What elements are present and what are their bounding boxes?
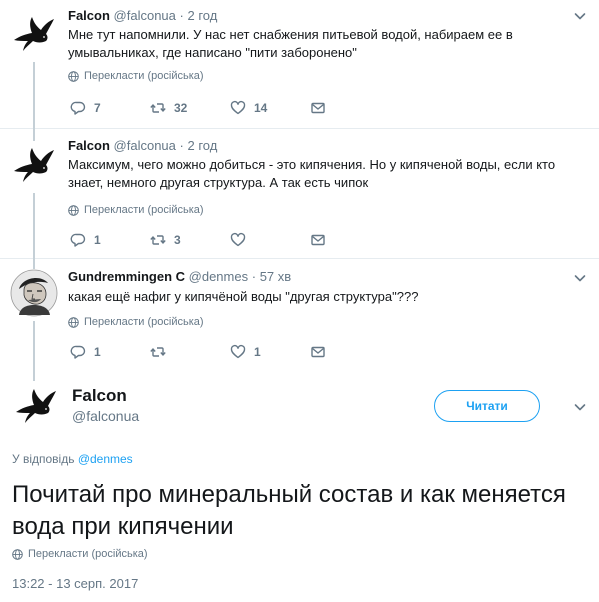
retweet-count: 3 (174, 233, 181, 247)
main-author-handle[interactable]: @falconua (72, 408, 139, 424)
reply-icon (70, 233, 86, 247)
retweet-icon (150, 235, 166, 245)
tweet-time[interactable]: 2 год (187, 138, 217, 153)
author-name[interactable]: Gundremmingen C (68, 269, 185, 284)
translate-link[interactable]: Перекласти (російська) (68, 70, 204, 82)
author-name[interactable]: Falcon (68, 8, 110, 23)
author-handle[interactable]: @falconua (114, 8, 176, 23)
globe-icon (68, 70, 79, 82)
reply-count: 7 (94, 101, 101, 115)
retweet-button[interactable] (150, 344, 230, 360)
like-button[interactable]: 14 (230, 100, 310, 116)
separator-dot: · (251, 269, 257, 284)
retweet-button[interactable]: 3 (150, 232, 230, 248)
tweet-time[interactable]: 2 год (187, 8, 217, 23)
follow-button[interactable]: Читати (434, 390, 540, 422)
chevron-down-icon[interactable] (573, 271, 587, 285)
thread-connector (33, 62, 35, 128)
like-count: 1 (254, 345, 261, 359)
author-handle[interactable]: @falconua (114, 138, 176, 153)
portrait-avatar-icon[interactable] (10, 269, 58, 317)
thread-connector (33, 128, 35, 141)
direct-message-button[interactable] (310, 100, 340, 116)
crow-avatar-icon[interactable] (10, 141, 58, 189)
translate-link[interactable]: Перекласти (російська) (12, 548, 148, 560)
main-author-name[interactable]: Falcon (72, 386, 127, 406)
like-count: 14 (254, 101, 268, 115)
separator-dot: · (179, 138, 184, 153)
author-handle[interactable]: @denmes (189, 269, 248, 284)
chevron-down-icon[interactable] (573, 9, 587, 23)
tweet-actions: 1 1 (70, 344, 340, 360)
crow-avatar-icon[interactable] (10, 10, 58, 58)
like-button[interactable]: 1 (230, 344, 310, 360)
chevron-down-icon[interactable] (573, 400, 587, 414)
mail-icon (311, 102, 325, 114)
thread-connector (33, 321, 35, 372)
thread-connector (33, 193, 35, 258)
mail-icon (311, 234, 325, 246)
tweet-header: Falcon @falconua · 2 год (68, 138, 217, 154)
thread-connector (33, 258, 35, 269)
heart-icon (230, 344, 246, 359)
retweet-button[interactable]: 32 (150, 100, 230, 116)
tweet-time[interactable]: 57 хв (260, 269, 291, 284)
globe-icon (12, 548, 23, 560)
tweet-text: Максимум, чего можно добиться - это кипя… (68, 157, 556, 190)
translate-label[interactable]: Перекласти (російська) (84, 204, 204, 216)
retweet-count: 32 (174, 101, 188, 115)
reply-context: У відповідь @denmes (12, 452, 133, 466)
translate-label[interactable]: Перекласти (російська) (28, 548, 148, 560)
translate-link[interactable]: Перекласти (російська) (68, 204, 204, 216)
retweet-icon (150, 103, 166, 113)
reply-prefix: У відповідь (12, 452, 75, 466)
tweet-text: какая ещё нафиг у кипячёной воды "другая… (68, 289, 419, 304)
globe-icon (68, 204, 79, 216)
reply-icon (70, 101, 86, 115)
translate-label[interactable]: Перекласти (російська) (84, 316, 204, 328)
separator-dot: · (179, 8, 184, 23)
heart-icon (230, 232, 246, 247)
tweet-text: Мне тут напомнили. У нас нет снабжения п… (68, 27, 513, 60)
heart-icon (230, 100, 246, 115)
direct-message-button[interactable] (310, 344, 340, 360)
like-button[interactable] (230, 232, 310, 248)
reply-button[interactable]: 1 (70, 232, 150, 248)
globe-icon (68, 316, 79, 328)
retweet-icon (150, 347, 166, 357)
tweet-header: Gundremmingen C @denmes · 57 хв (68, 269, 291, 285)
tweet-actions: 7 32 14 (70, 100, 340, 116)
tweet-header: Falcon @falconua · 2 год (68, 8, 217, 24)
crow-avatar-icon[interactable] (12, 382, 60, 430)
direct-message-button[interactable] (310, 232, 340, 248)
reply-mention-link[interactable]: @denmes (78, 452, 133, 466)
tweet-actions: 1 3 (70, 232, 340, 248)
reply-button[interactable]: 1 (70, 344, 150, 360)
translate-label[interactable]: Перекласти (російська) (84, 70, 204, 82)
thread-tweet-1[interactable]: Falcon @falconua · 2 год Мне тут напомни… (0, 0, 599, 128)
reply-count: 1 (94, 233, 101, 247)
main-tweet-text: Почитай про минеральный состав и как мен… (12, 481, 566, 540)
thread-tweet-3[interactable]: Gundremmingen C @denmes · 57 хв какая ещ… (0, 258, 599, 372)
thread-connector (33, 372, 35, 381)
reply-icon (70, 345, 86, 359)
reply-button[interactable]: 7 (70, 100, 150, 116)
mail-icon (311, 346, 325, 358)
author-name[interactable]: Falcon (68, 138, 110, 153)
thread-tweet-2[interactable]: Falcon @falconua · 2 год Максимум, чего … (0, 128, 599, 258)
tweet-timestamp[interactable]: 13:22 - 13 серп. 2017 (12, 576, 138, 591)
reply-count: 1 (94, 345, 101, 359)
translate-link[interactable]: Перекласти (російська) (68, 316, 204, 328)
